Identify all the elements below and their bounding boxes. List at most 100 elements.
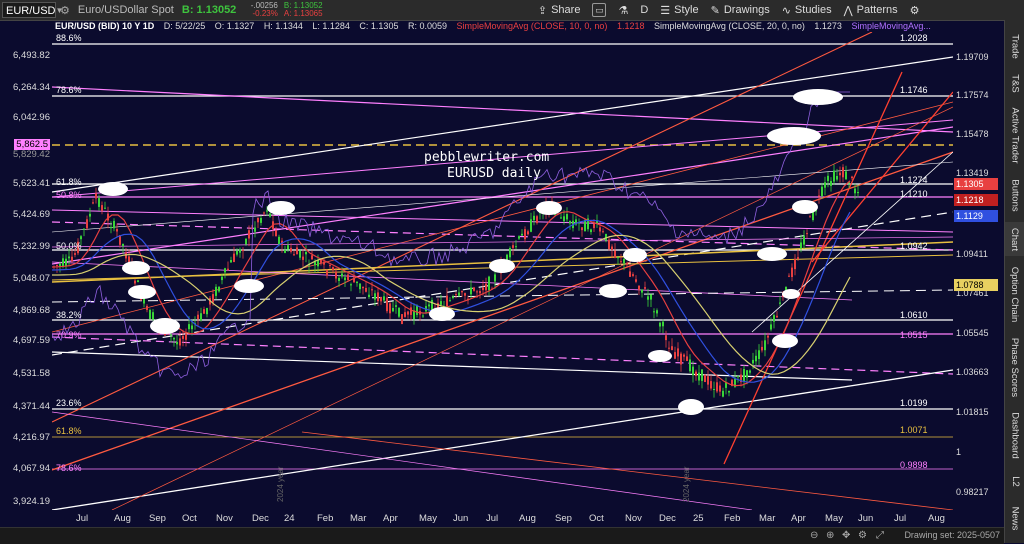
candle-body [59, 263, 61, 267]
drawings-button[interactable]: ✎ Drawings [711, 4, 770, 17]
left-tick: 4,531.58 [13, 368, 50, 379]
tab-dashboard[interactable]: Dashboard [1005, 408, 1024, 462]
candle-body [173, 337, 175, 340]
settings-button[interactable]: ⚙ [910, 4, 920, 17]
tab-label: Buttons [1009, 178, 1021, 212]
flask-icon: ⚗ [618, 4, 629, 17]
candle-body [488, 276, 490, 291]
candle-body [290, 247, 292, 252]
candle-body [806, 233, 808, 235]
candle-body [350, 284, 352, 286]
fib-label: 88.6% [56, 33, 82, 43]
sma10-line [52, 180, 851, 387]
candle-body [83, 228, 85, 230]
tab-active-trader[interactable]: Active Trader [1005, 102, 1024, 168]
candle-body [383, 296, 385, 301]
studies-button[interactable]: ∿ Studies [782, 4, 832, 17]
marker-oval [599, 284, 627, 298]
symbol-selector[interactable]: EUR/USD ▼ [2, 2, 63, 18]
right-tick: 0.98217 [956, 487, 989, 497]
candle-body [248, 230, 250, 239]
zoom-fit-icon[interactable]: ⤢ [876, 530, 884, 541]
pan-icon[interactable]: ✥ [842, 530, 850, 541]
candle-body [593, 223, 595, 229]
style-button[interactable]: ☰ Style [660, 4, 698, 17]
gear-icon[interactable]: ⚙ [60, 4, 70, 17]
candle-body [296, 247, 298, 255]
marker-oval [792, 200, 818, 214]
candle-body [401, 314, 403, 324]
candle-body [110, 227, 112, 229]
tab-news[interactable]: News [1005, 500, 1024, 536]
left-tick: 4,371.44 [13, 401, 50, 412]
candle-body [620, 261, 622, 263]
candle-body [335, 271, 337, 279]
candle-body [275, 230, 277, 237]
candle-body [569, 221, 571, 224]
patterns-label: Patterns [856, 4, 898, 16]
candle-body [833, 170, 835, 182]
marker-oval [772, 334, 798, 348]
candle-body [686, 356, 688, 361]
candle-body [278, 236, 280, 245]
candle-body [674, 352, 676, 359]
candle-body [95, 193, 97, 199]
candle-body [707, 376, 709, 385]
x-tick: Feb [317, 513, 334, 524]
flask-button[interactable]: ⚗ [618, 4, 628, 17]
tab-buttons[interactable]: Buttons [1005, 174, 1024, 216]
d-button[interactable]: D [640, 4, 648, 16]
zoom-in-icon[interactable]: ⊕ [826, 530, 834, 541]
x-tick: Jul [894, 513, 907, 524]
candle-body [581, 227, 583, 231]
candle-body [764, 340, 766, 351]
candle-body [662, 321, 664, 327]
tab-phase-scores[interactable]: Phase Scores [1005, 332, 1024, 402]
candle-body [803, 235, 805, 245]
price-chart[interactable]: pebblewriter.com EURUSD daily 2024 year … [52, 32, 953, 510]
x-tick: Jun [453, 513, 469, 524]
candle-body [659, 322, 661, 327]
studies-icon: ∿ [781, 4, 791, 17]
candle-body [341, 273, 343, 277]
candle-body [86, 219, 88, 229]
candle-body [299, 250, 301, 258]
tab-trade[interactable]: Trade [1005, 28, 1024, 64]
fib-label: 1.2028 [900, 33, 928, 43]
fib-label: 78.6% [56, 85, 82, 95]
left-price-axis: 6,493.82 6,264.34 6,042.96 5,862.5 5,829… [0, 32, 52, 510]
tab-label: News [1009, 506, 1021, 530]
share-button[interactable]: ⇪ Share [538, 4, 581, 17]
share-label: Share [551, 4, 581, 16]
candle-body [284, 250, 286, 253]
x-tick: Oct [182, 513, 197, 524]
candle-body [632, 274, 634, 276]
tab-chart[interactable]: Chart [1005, 222, 1024, 256]
candle-body [476, 291, 478, 293]
x-tick: Apr [383, 513, 398, 524]
candle-body [770, 324, 772, 330]
fib-label: 1.1746 [900, 85, 928, 95]
settings-icon[interactable]: ⚙ [858, 530, 867, 541]
left-tick: 5,424.69 [13, 209, 50, 220]
print-button[interactable]: ▭ [592, 3, 607, 17]
tab-option-chain[interactable]: Option Chain [1005, 262, 1024, 326]
tab-l2[interactable]: L2 [1005, 468, 1024, 494]
chart-info-bar: EUR/USD (BID) 10 Y 1D D: 5/22/25 O: 1.13… [55, 21, 938, 32]
candle-body [389, 303, 391, 314]
candle-body [464, 293, 466, 296]
candle-body [761, 346, 763, 351]
zoom-out-icon[interactable]: ⊖ [810, 530, 818, 541]
candle-body [650, 294, 652, 300]
marker-oval [489, 259, 515, 273]
side-tab-strip: Trade T&S Active Trader Buttons Chart Op… [1004, 20, 1024, 543]
candle-body [629, 271, 631, 277]
tab-ts[interactable]: T&S [1005, 70, 1024, 96]
candle-body [182, 336, 184, 339]
marker-oval [767, 127, 821, 145]
patterns-icon: ⋀ [843, 4, 853, 17]
left-tick: 6,493.82 [13, 50, 50, 61]
candle-body [215, 286, 217, 296]
patterns-button[interactable]: ⋀ Patterns [844, 4, 898, 17]
drawing-set-label: Drawing set: 2025-0507 [904, 530, 1000, 540]
